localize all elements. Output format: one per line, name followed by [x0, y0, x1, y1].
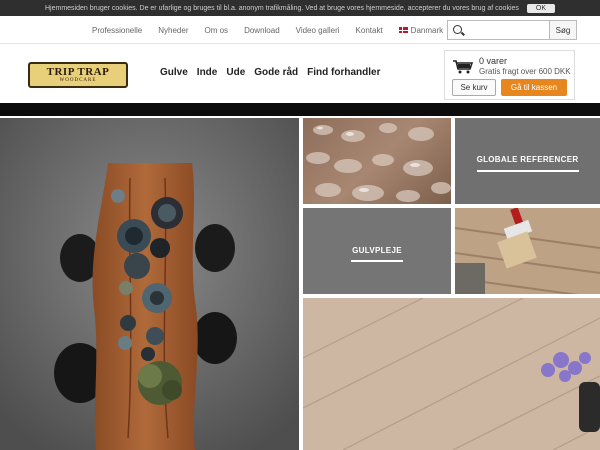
nav-item-gode-raad[interactable]: Gode råd: [254, 67, 298, 78]
nav-item-ude[interactable]: Ude: [226, 67, 245, 78]
nav-item-find-forhandler[interactable]: Find forhandler: [307, 67, 380, 78]
view-cart-button[interactable]: Se kurv: [452, 79, 496, 96]
oak-floor-scene: [303, 298, 600, 450]
logo-title: TRIP TRAP: [46, 65, 110, 78]
water-drops-scene: [306, 123, 451, 202]
floor-care-label: GULVPLEJE: [352, 246, 402, 255]
nav-item-gulve[interactable]: Gulve: [160, 67, 188, 78]
cart-icon[interactable]: [453, 60, 473, 74]
cookie-text: Hjemmesiden bruger cookies. De er ufarli…: [44, 4, 519, 12]
deck-brush-image[interactable]: [455, 208, 600, 294]
global-references-tile[interactable]: GLOBALE REFERENCER: [455, 118, 600, 204]
free-shipping-note: Gratis fragt over 600 DKK: [479, 67, 571, 76]
header-divider-band: [0, 103, 600, 116]
deck-brush-scene: [455, 208, 600, 294]
main-navigation: Gulve Inde Ude Gode råd Find forhandler: [160, 67, 381, 78]
checkout-button[interactable]: Gå til kassen: [501, 79, 567, 96]
water-drops-image[interactable]: [303, 118, 451, 204]
topnav-item-professionelle[interactable]: Professionelle: [92, 26, 142, 35]
nav-item-inde[interactable]: Inde: [197, 67, 218, 78]
table-scene-image: [0, 118, 299, 450]
cart-widget: 0 varer Gratis fragt over 600 DKK Se kur…: [444, 50, 575, 100]
topnav-item-nyheder[interactable]: Nyheder: [158, 26, 188, 35]
logo-subtitle: WOODCARE: [59, 77, 97, 83]
cookie-ok-button[interactable]: OK: [526, 3, 556, 13]
topnav-item-om-os[interactable]: Om os: [205, 26, 229, 35]
global-references-label: GLOBALE REFERENCER: [476, 155, 579, 164]
floor-care-underline: [351, 260, 403, 262]
hero-table-image[interactable]: [0, 118, 299, 450]
floor-care-tile[interactable]: GULVPLEJE: [303, 208, 451, 294]
cookie-bar: Hjemmesiden bruger cookies. De er ufarli…: [0, 0, 600, 16]
logo[interactable]: TRIP TRAP WOODCARE: [28, 62, 128, 88]
search-box: Søg: [447, 20, 577, 40]
topnav-item-kontakt[interactable]: Kontakt: [356, 26, 383, 35]
search-icon: [453, 25, 462, 34]
header: TRIP TRAP WOODCARE Gulve Inde Ude Gode r…: [0, 45, 600, 103]
global-references-underline: [477, 170, 579, 172]
topnav-item-download[interactable]: Download: [244, 26, 280, 35]
cart-count: 0 varer: [479, 56, 508, 66]
search-input[interactable]: [466, 23, 548, 37]
country-label: Danmark: [410, 25, 444, 35]
topnav-item-video-galleri[interactable]: Video galleri: [296, 26, 340, 35]
oak-floor-image[interactable]: [303, 298, 600, 450]
danish-flag-icon: [398, 27, 408, 34]
search-button[interactable]: Søg: [549, 21, 576, 39]
